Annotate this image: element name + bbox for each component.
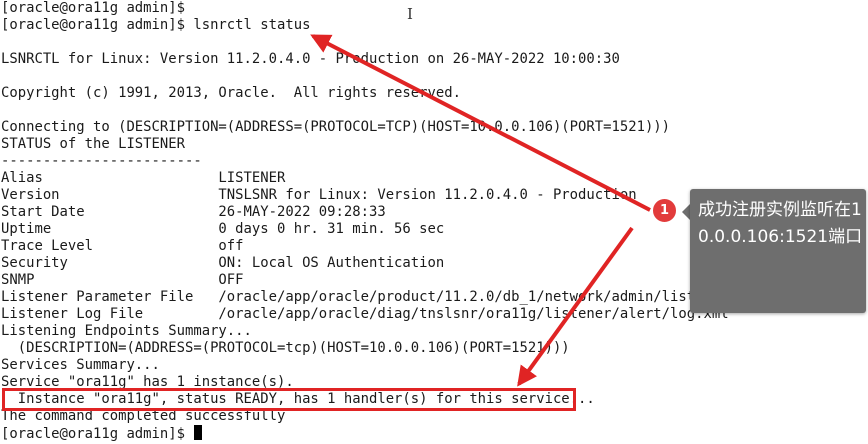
- arrow-to-command: [310, 34, 651, 212]
- arrow-to-instance: [517, 226, 634, 387]
- annotation-callout: 成功注册实例监听在10.0.0.106:1521端口: [690, 189, 866, 313]
- callout-pointer: [682, 204, 690, 220]
- callout-text: 成功注册实例监听在10.0.0.106:1521端口: [698, 200, 863, 247]
- step-badge: 1: [651, 197, 678, 224]
